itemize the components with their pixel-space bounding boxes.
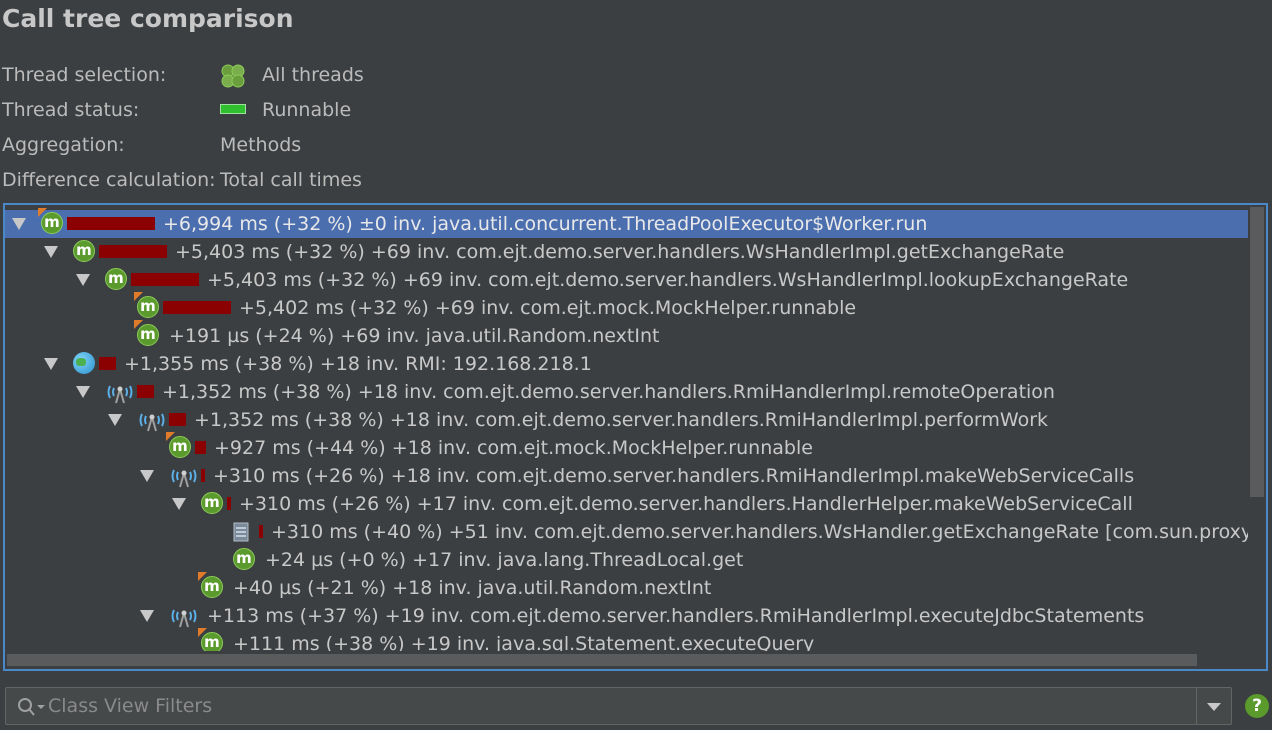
threads-icon — [221, 64, 245, 88]
tree-row-label: +927 ms (+44 %) +18 inv. com.ejt.mock.Mo… — [214, 437, 813, 459]
aggregation-value[interactable]: Methods — [220, 130, 301, 160]
tree-row[interactable]: +113 ms (+37 %) +19 inv. com.ejt.demo.se… — [5, 602, 1250, 630]
filter-dropdown-button[interactable] — [1196, 688, 1231, 724]
status-icon — [220, 104, 246, 114]
expand-toggle-icon[interactable] — [76, 274, 90, 286]
info-label: Thread status: — [2, 99, 140, 121]
method-icon: m — [134, 292, 159, 318]
scroll-corner — [1248, 651, 1266, 669]
time-bar — [201, 469, 205, 482]
method-icon: m — [201, 492, 223, 514]
vertical-scrollbar[interactable] — [1248, 205, 1266, 651]
expand-toggle-icon[interactable] — [44, 358, 58, 370]
tree-row[interactable]: m +5,403 ms (+32 %) +69 inv. com.ejt.demo… — [5, 266, 1250, 294]
vertical-scrollbar-thumb[interactable] — [1250, 207, 1264, 497]
tree-row[interactable]: m +310 ms (+26 %) +17 inv. com.ejt.demo.s… — [5, 490, 1250, 518]
rmi-icon — [171, 469, 197, 488]
tree-row[interactable]: m +5,403 ms (+32 %) +69 inv. com.ejt.demo… — [5, 238, 1250, 266]
info-label: Aggregation: — [2, 134, 125, 156]
class-view-filter — [5, 687, 1232, 725]
method-icon: m — [198, 628, 223, 651]
tree-row[interactable]: +310 ms (+26 %) +18 inv. com.ejt.demo.se… — [5, 462, 1250, 490]
tree-row-label: +5,403 ms (+32 %) +69 inv. com.ejt.demo.… — [175, 241, 1065, 263]
time-bar — [163, 301, 231, 314]
tree-row-label: +113 ms (+37 %) +19 inv. com.ejt.demo.se… — [207, 605, 1145, 627]
expand-toggle-icon[interactable] — [172, 498, 186, 510]
expand-toggle-icon[interactable] — [140, 610, 154, 622]
tree-row-label: +310 ms (+40 %) +51 inv. com.ejt.demo.se… — [271, 521, 1250, 543]
tree-row[interactable]: m +111 ms (+38 %) +19 inv. java.sql.State… — [5, 628, 1250, 651]
rmi-icon — [171, 609, 197, 628]
method-icon: m — [166, 432, 191, 458]
time-bar — [195, 441, 206, 454]
info-value-text: Runnable — [262, 99, 352, 121]
method-icon: m — [134, 320, 159, 346]
tree-row-label: +6,994 ms (+32 %) ±0 inv. java.util.conc… — [163, 213, 928, 235]
tree-row-label: +111 ms (+38 %) +19 inv. java.sql.Statem… — [233, 633, 815, 651]
tree-row[interactable]: +310 ms (+40 %) +51 inv. com.ejt.demo.se… — [5, 518, 1250, 546]
tree-row[interactable]: m +927 ms (+44 %) +18 inv. com.ejt.mock.M… — [5, 432, 1250, 462]
tree-row[interactable]: m +6,994 ms (+32 %) ±0 inv. java.util.con… — [5, 208, 1250, 238]
expand-toggle-icon[interactable] — [12, 218, 26, 230]
horizontal-scrollbar[interactable] — [5, 651, 1250, 669]
tree-row-label: +24 µs (+0 %) +17 inv. java.lang.ThreadL… — [265, 549, 744, 571]
time-bar — [131, 273, 199, 286]
search-icon[interactable] — [16, 696, 46, 718]
tree-row-label: +5,403 ms (+32 %) +69 inv. com.ejt.demo.… — [207, 269, 1129, 291]
time-bar — [137, 385, 154, 398]
time-bar — [169, 413, 186, 426]
time-bar — [259, 525, 263, 538]
call-tree-panel: m +6,994 ms (+32 %) ±0 inv. java.util.con… — [3, 203, 1268, 671]
tree-row[interactable]: m +191 µs (+24 %) +69 inv. java.util.Rand… — [5, 320, 1250, 350]
tree-row-label: +1,352 ms (+38 %) +18 inv. com.ejt.demo.… — [162, 381, 1055, 403]
difference-calculation-value[interactable]: Total call times — [220, 165, 362, 195]
page-title: Call tree comparison — [2, 4, 294, 33]
tree-row-label: +40 µs (+21 %) +18 inv. java.util.Random… — [233, 577, 712, 599]
rmi-icon — [107, 385, 133, 404]
info-value-text: All threads — [262, 64, 364, 86]
class-view-filter-input[interactable] — [48, 692, 1188, 720]
time-bar — [67, 217, 155, 230]
expand-toggle-icon[interactable] — [44, 246, 58, 258]
help-icon[interactable]: ? — [1245, 694, 1269, 718]
tree-row-label: +5,402 ms (+32 %) +69 inv. com.ejt.mock.… — [239, 297, 857, 319]
rmi-icon — [139, 413, 165, 432]
info-label: Thread selection: — [2, 64, 167, 86]
time-bar — [99, 357, 116, 370]
tree-row[interactable]: m +5,402 ms (+32 %) +69 inv. com.ejt.mock… — [5, 292, 1250, 322]
tree-row[interactable]: m +40 µs (+21 %) +18 inv. java.util.Rando… — [5, 572, 1250, 602]
call-tree[interactable]: m +6,994 ms (+32 %) ±0 inv. java.util.con… — [5, 205, 1250, 651]
tree-row-label: +1,355 ms (+38 %) +18 inv. RMI: 192.168.… — [124, 353, 592, 375]
tree-row-label: +191 µs (+24 %) +69 inv. java.util.Rando… — [169, 325, 660, 347]
time-bar — [99, 245, 167, 258]
interface-icon — [233, 522, 249, 542]
expand-toggle-icon[interactable] — [76, 386, 90, 398]
tree-row-label: +310 ms (+26 %) +18 inv. com.ejt.demo.se… — [213, 465, 1135, 487]
method-icon: m — [233, 548, 255, 570]
horizontal-scrollbar-thumb[interactable] — [7, 654, 1197, 666]
tree-row[interactable]: +1,352 ms (+38 %) +18 inv. com.ejt.demo.… — [5, 406, 1250, 434]
tree-row-label: +310 ms (+26 %) +17 inv. com.ejt.demo.se… — [239, 493, 1133, 515]
globe-icon — [73, 352, 95, 374]
tree-row[interactable]: +1,352 ms (+38 %) +18 inv. com.ejt.demo.… — [5, 378, 1250, 406]
method-icon: m — [73, 240, 95, 262]
time-bar — [227, 497, 231, 510]
info-label: Difference calculation: — [2, 169, 216, 191]
method-icon: m — [198, 572, 223, 598]
expand-toggle-icon[interactable] — [140, 470, 154, 482]
tree-row[interactable]: m +24 µs (+0 %) +17 inv. java.lang.Thread… — [5, 546, 1250, 574]
tree-row[interactable]: +1,355 ms (+38 %) +18 inv. RMI: 192.168.… — [5, 350, 1250, 378]
expand-toggle-icon[interactable] — [108, 414, 122, 426]
method-icon: m — [38, 208, 63, 234]
tree-row-label: +1,352 ms (+38 %) +18 inv. com.ejt.demo.… — [194, 409, 1049, 431]
method-icon: m — [105, 268, 127, 290]
